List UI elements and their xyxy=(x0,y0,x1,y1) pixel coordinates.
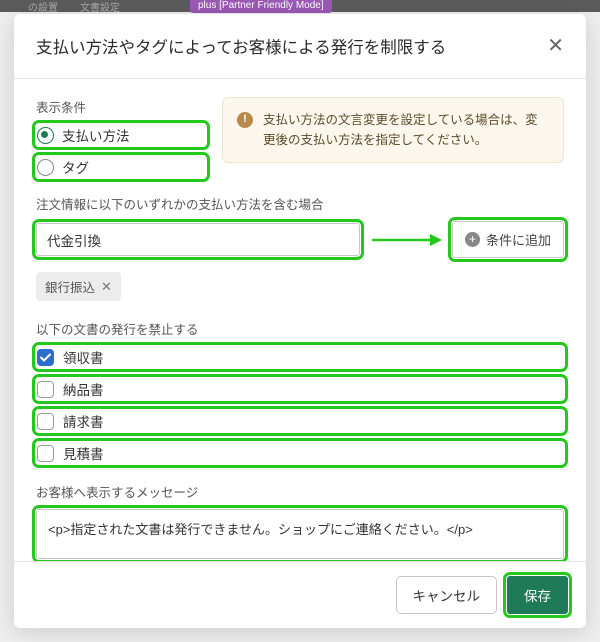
payment-method-input[interactable] xyxy=(36,223,360,256)
checkbox-invoice[interactable]: 請求書 xyxy=(37,411,563,431)
customer-message-label: お客様へ表示するメッセージ xyxy=(36,482,564,501)
checkbox-label: 納品書 xyxy=(63,379,104,399)
add-button-label: 条件に追加 xyxy=(486,230,551,249)
checkbox-quotation[interactable]: 見積書 xyxy=(37,443,563,463)
checkbox-label: 領収書 xyxy=(63,347,104,367)
arrow-right-icon xyxy=(370,233,442,247)
document-checklist: 領収書 納品書 請求書 xyxy=(36,346,564,464)
save-button[interactable]: 保存 xyxy=(507,576,568,614)
tag-label: 銀行振込 xyxy=(45,277,95,296)
radio-label: タグ xyxy=(62,157,89,177)
conditions-radio-group: 支払い方法 タグ xyxy=(36,124,206,178)
bg-mode-pill: plus [Partner Friendly Mode] xyxy=(190,0,332,13)
radio-payment-method[interactable]: 支払い方法 xyxy=(37,125,205,145)
checkbox-icon xyxy=(37,445,54,462)
warning-alert: ! 支払い方法の文言変更を設定している場合は、変更後の支払い方法を指定してくださ… xyxy=(222,97,564,163)
radio-icon xyxy=(37,159,54,176)
customer-message-textarea[interactable] xyxy=(36,509,564,559)
restrict-label: 以下の文書の発行を禁止する xyxy=(36,319,564,338)
checkbox-delivery-slip[interactable]: 納品書 xyxy=(37,379,563,399)
condition-tag-chip: 銀行振込 ✕ xyxy=(36,272,121,301)
modal-title: 支払い方法やタグによってお客様による発行を制限する xyxy=(36,34,446,58)
cancel-button[interactable]: キャンセル xyxy=(396,576,498,614)
checkbox-label: 請求書 xyxy=(63,411,104,431)
tag-remove-icon[interactable]: ✕ xyxy=(101,279,112,295)
checkbox-icon xyxy=(37,381,54,398)
warning-icon: ! xyxy=(237,112,253,128)
payment-contains-label: 注文情報に以下のいずれかの支払い方法を含む場合 xyxy=(36,194,564,213)
alert-text: 支払い方法の文言変更を設定している場合は、変更後の支払い方法を指定してください。 xyxy=(263,110,549,150)
checkbox-icon xyxy=(37,349,54,366)
plus-circle-icon: + xyxy=(465,232,480,247)
radio-icon xyxy=(37,127,54,144)
modal-body: 表示条件 支払い方法 タグ xyxy=(14,79,586,561)
add-condition-button[interactable]: + 条件に追加 xyxy=(452,221,564,258)
restriction-modal: 支払い方法やタグによってお客様による発行を制限する ✕ 表示条件 支払い方法 xyxy=(14,14,586,628)
modal-footer: キャンセル 保存 xyxy=(14,561,586,628)
close-icon[interactable]: ✕ xyxy=(547,36,564,56)
checkbox-icon xyxy=(37,413,54,430)
checkbox-label: 見積書 xyxy=(63,443,104,463)
checkbox-receipt[interactable]: 領収書 xyxy=(37,347,563,367)
modal-header: 支払い方法やタグによってお客様による発行を制限する ✕ xyxy=(14,14,586,79)
radio-label: 支払い方法 xyxy=(62,125,130,145)
radio-tag[interactable]: タグ xyxy=(37,157,205,177)
conditions-label: 表示条件 xyxy=(36,97,206,116)
